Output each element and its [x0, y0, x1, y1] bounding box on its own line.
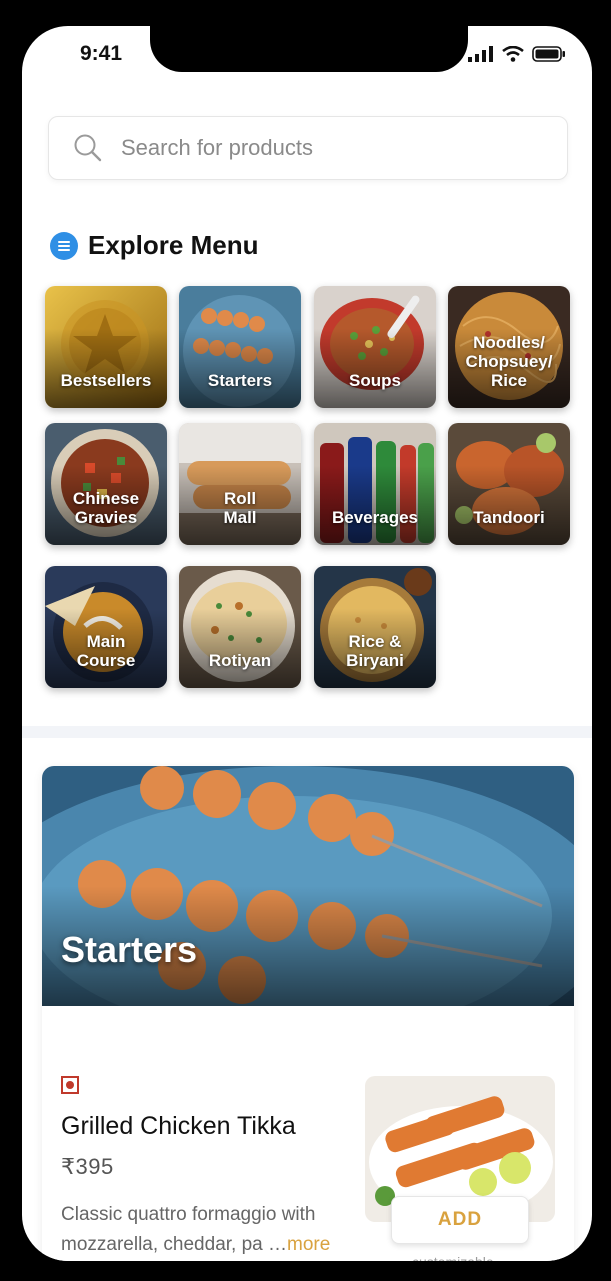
item-price: ₹395 — [61, 1154, 114, 1179]
category-label: Main Course — [76, 632, 136, 670]
search-icon — [74, 134, 102, 162]
category-tile-rotiyan[interactable]: Rotiyan — [179, 566, 301, 688]
item-description: Classic quattro formaggio with mozzarell… — [61, 1200, 351, 1260]
category-tile-main-course[interactable]: Main Course — [45, 566, 167, 688]
signal-icon — [468, 46, 493, 62]
category-tile-starters[interactable]: Starters — [179, 286, 301, 408]
category-tile-soups[interactable]: Soups — [314, 286, 436, 408]
search-input[interactable] — [119, 129, 543, 167]
category-label: Starters — [207, 371, 273, 390]
category-tile-rice-biryani[interactable]: Rice & Biryani — [314, 566, 436, 688]
explore-menu-title: Explore Menu — [88, 230, 259, 260]
section-divider — [22, 726, 592, 738]
category-label: Tandoori — [473, 508, 545, 527]
phone-frame: 9:41 Search for products Explore Menu Be… — [0, 0, 611, 1281]
item-description-text: Classic quattro formaggio with mozzarell… — [61, 1204, 316, 1255]
category-label: Noodles/ Chopsuey/ Rice — [465, 333, 553, 390]
category-label: Roll Mall — [223, 489, 257, 527]
search-bar[interactable] — [48, 116, 568, 180]
add-button[interactable]: ADD — [391, 1196, 529, 1244]
status-time: 9:41 — [80, 42, 123, 65]
wifi-icon — [502, 46, 524, 62]
category-tile-tandoori[interactable]: Tandoori — [448, 423, 570, 545]
section-title: Starters — [61, 929, 198, 970]
category-label: Rice & Biryani — [346, 632, 404, 670]
category-label: Bestsellers — [60, 371, 152, 390]
customizable-label: customizable — [412, 1254, 494, 1261]
category-tile-beverages[interactable]: Beverages — [314, 423, 436, 545]
category-tile-roll-mall[interactable]: Roll Mall — [179, 423, 301, 545]
status-icons — [468, 46, 566, 62]
category-label: Soups — [349, 371, 401, 390]
category-label: Chinese Gravies — [72, 489, 140, 527]
category-tile-noodles[interactable]: Noodles/ Chopsuey/ Rice — [448, 286, 570, 408]
starters-banner: Starters — [42, 766, 574, 1006]
category-tile-bestsellers[interactable]: Bestsellers — [45, 286, 167, 408]
menu-list-icon — [50, 231, 78, 260]
more-link[interactable]: more — [287, 1234, 330, 1255]
battery-icon — [532, 46, 565, 62]
app-screen: 9:41 Search for products Explore Menu Be… — [22, 26, 592, 1261]
category-label: Rotiyan — [208, 651, 272, 670]
starters-section-card: Starters Grilled Chicken Tikka ₹395 Clas… — [42, 766, 574, 1261]
device-notch — [150, 26, 468, 72]
explore-menu-header: Explore Menu — [50, 230, 258, 261]
category-tile-chinese-gravies[interactable]: Chinese Gravies — [45, 423, 167, 545]
category-label: Beverages — [331, 508, 418, 527]
item-name: Grilled Chicken Tikka — [61, 1112, 296, 1140]
non-veg-mark-icon — [61, 1076, 79, 1094]
